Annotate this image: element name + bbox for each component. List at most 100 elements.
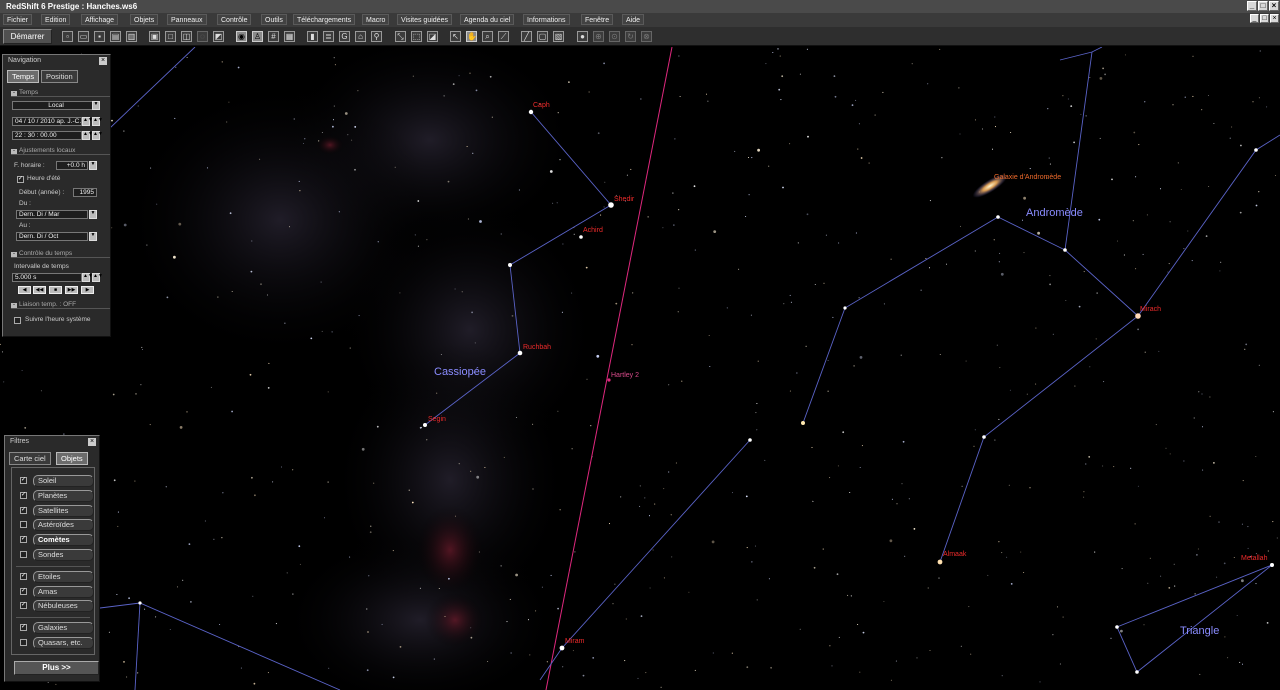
menu-fenetre[interactable]: Fenêtre <box>581 14 614 25</box>
home-icon[interactable]: ⌂ <box>355 31 366 42</box>
interval-spin-icon[interactable]: ▲▼ <box>82 273 93 282</box>
draw-line-icon[interactable]: ╱ <box>521 31 532 42</box>
grid-icon[interactable]: # <box>268 31 279 42</box>
dst-checkbox[interactable]: ✓ <box>17 176 24 183</box>
star-label-mirach[interactable]: Mirach <box>1140 306 1161 313</box>
maximize-button[interactable]: □ <box>1258 1 1268 11</box>
open-file-icon[interactable]: ▭ <box>78 31 89 42</box>
menu-affichage[interactable]: Affichage <box>81 14 119 25</box>
filter-etoiles-button[interactable]: Etoiles <box>33 571 94 583</box>
chevron-down-icon[interactable]: ▼ <box>92 101 100 110</box>
export-icon[interactable]: ▥ <box>126 31 137 42</box>
filter-checkbox-planetes[interactable]: ✓ <box>20 492 27 499</box>
menu-edition[interactable]: Edition <box>41 14 71 25</box>
mdi-close-button[interactable]: × <box>1270 14 1279 23</box>
menu-informations[interactable]: Informations <box>523 14 570 25</box>
filter-checkbox-nebuleuses[interactable]: ✓ <box>20 602 27 609</box>
close-button[interactable]: × <box>1269 1 1279 11</box>
menu-macro[interactable]: Macro <box>362 14 390 25</box>
menu-controle[interactable]: Contrôle <box>217 14 252 25</box>
section-liaison-temp[interactable]: - Liaison temp. : OFF <box>11 301 110 309</box>
filter-checkbox-asteroides[interactable] <box>20 521 27 528</box>
measure-icon[interactable]: ⟋ <box>498 31 509 42</box>
observer-mode-icon[interactable]: ♙ <box>252 31 263 42</box>
filter-nebuleuses-button[interactable]: Nébuleuses <box>33 600 94 612</box>
dst-end-field[interactable]: Dern. Di / Oct <box>16 232 88 241</box>
star-label-achird[interactable]: Achird <box>583 227 603 234</box>
star-label-metallah[interactable]: Metallah <box>1241 555 1268 562</box>
filter-planetes-button[interactable]: Planètes <box>33 490 94 502</box>
comet-label-hartley-2[interactable]: Hartley 2 <box>611 372 639 379</box>
date-spin-icon[interactable]: ▲▼ <box>82 117 93 126</box>
print-icon[interactable]: ▤ <box>110 31 121 42</box>
section-controle-du-temps[interactable]: - Contrôle du temps <box>11 250 110 258</box>
filter-asteroides-button[interactable]: Astéroïdes <box>33 519 94 531</box>
chevron-down-icon[interactable]: ▼ <box>89 161 97 170</box>
full-view-icon[interactable]: □ <box>165 31 176 42</box>
filter-checkbox-cometes[interactable]: ✓ <box>20 536 27 543</box>
split-view-icon[interactable]: ◫ <box>181 31 192 42</box>
minimize-button[interactable]: _ <box>1247 1 1257 11</box>
system-time-checkbox[interactable] <box>14 317 21 324</box>
filter-galaxies-button[interactable]: Galaxies <box>33 622 94 634</box>
window-view-icon[interactable]: ▣ <box>149 31 160 42</box>
date-spin-icon-2[interactable]: ▲▼ <box>92 117 103 126</box>
sync-view-icon[interactable]: ◌ <box>197 31 208 42</box>
star-label-caph[interactable]: Caph <box>533 102 550 109</box>
rotate-icon[interactable]: ↻ <box>625 31 636 42</box>
date-field[interactable]: 04 / 10 / 2010 ap. J.-C. <box>12 117 82 126</box>
menu-agenda-du-ciel[interactable]: Agenda du ciel <box>460 14 515 25</box>
interval-field[interactable]: 5.000 s <box>12 273 82 282</box>
chevron-down-icon[interactable]: ▼ <box>89 210 97 219</box>
star-label-segin[interactable]: Segin <box>428 416 446 423</box>
target-icon[interactable]: ⊕ <box>593 31 604 42</box>
start-button[interactable]: Démarrer <box>3 29 52 44</box>
mdi-restore-button[interactable]: □ <box>1260 14 1269 23</box>
star-label-miram[interactable]: Miram <box>565 638 585 645</box>
tab-position[interactable]: Position <box>41 70 78 83</box>
zoom-box-icon[interactable]: ⬚ <box>411 31 422 42</box>
zoom-full-icon[interactable]: ◪ <box>427 31 438 42</box>
menu-telechargements[interactable]: Téléchargements <box>293 14 356 25</box>
filter-checkbox-galaxies[interactable]: ✓ <box>20 624 27 631</box>
menu-aide[interactable]: Aide <box>622 14 645 25</box>
timezone-field[interactable]: +0.0 h <box>56 161 88 170</box>
rewind-button[interactable]: ◀◀ <box>33 286 46 294</box>
step-forward-button[interactable]: ▶ <box>81 286 94 294</box>
filter-quasars-button[interactable]: Quasars, etc. <box>33 637 94 649</box>
orbit-icon[interactable]: G <box>339 31 350 42</box>
filter-checkbox-soleil[interactable]: ✓ <box>20 477 27 484</box>
film-icon[interactable]: ▮ <box>307 31 318 42</box>
filter-checkbox-satellites[interactable]: ✓ <box>20 507 27 514</box>
planetarium-icon[interactable]: ▦ <box>284 31 295 42</box>
globe-mode-icon[interactable]: ◉ <box>236 31 247 42</box>
mdi-minimize-button[interactable]: _ <box>1250 14 1259 23</box>
filters-panel-header[interactable]: Filtres × <box>5 436 99 448</box>
filter-soleil-button[interactable]: Soleil <box>33 475 94 487</box>
filter-checkbox-etoiles[interactable]: ✓ <box>20 573 27 580</box>
filter-checkbox-amas[interactable]: ✓ <box>20 588 27 595</box>
magnifier-icon[interactable]: ⌕ <box>482 31 493 42</box>
menu-visites-guidees[interactable]: Visites guidées <box>397 14 452 25</box>
telescope-icon[interactable]: ⚲ <box>371 31 382 42</box>
step-back-button[interactable]: ◀ <box>18 286 31 294</box>
zoom-fit-icon[interactable]: ⤡ <box>395 31 406 42</box>
tab-temps[interactable]: Temps <box>7 70 40 83</box>
stop-button[interactable]: ■ <box>49 286 62 294</box>
sky-map[interactable]: Caph Shedir Achird Ruchbah Segin Mirach … <box>0 47 1280 690</box>
section-temps[interactable]: - Temps <box>11 89 110 97</box>
section-ajustements-locaux[interactable]: - Ajustements locaux <box>11 147 110 155</box>
cross-target-icon[interactable]: ⊗ <box>641 31 652 42</box>
time-mode-select[interactable]: Local <box>12 101 100 110</box>
filter-cometes-button[interactable]: Comètes <box>33 534 94 546</box>
record-icon[interactable]: ● <box>577 31 588 42</box>
galaxy-label-andromeda[interactable]: Galaxie d'Andromède <box>994 174 1061 181</box>
save-icon[interactable]: ▪ <box>94 31 105 42</box>
layers-icon[interactable]: ≣ <box>323 31 334 42</box>
photo-icon[interactable]: ▧ <box>553 31 564 42</box>
start-year-field[interactable]: 1995 <box>73 188 97 197</box>
filters-close-button[interactable]: × <box>88 438 96 446</box>
night-mode-icon[interactable]: ◩ <box>213 31 224 42</box>
filter-amas-button[interactable]: Amas <box>33 586 94 598</box>
menu-outils[interactable]: Outils <box>261 14 287 25</box>
